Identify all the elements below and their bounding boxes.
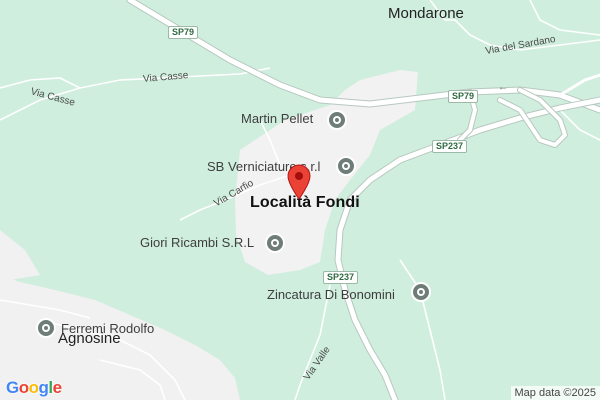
map-canvas[interactable]: SP79 SP79 SP237 SP237 ← Mondarone Locali…: [0, 0, 600, 400]
poi-pin-icon[interactable]: [411, 282, 431, 302]
road-sp237: [334, 96, 600, 400]
sp79-shield-right: SP79: [448, 90, 479, 103]
poi-pin-icon[interactable]: [336, 156, 356, 176]
poi-pin-icon[interactable]: [265, 233, 285, 253]
poi-label-giori-ricambi[interactable]: Giori Ricambi S.R.L: [140, 235, 254, 250]
road-via-casse-2: [0, 77, 81, 89]
sp237-shield-right: SP237: [432, 140, 468, 153]
red-location-pin-icon[interactable]: [286, 164, 312, 200]
sp237-shield-mid: SP237: [323, 271, 359, 284]
poi-label-martin-pellet[interactable]: Martin Pellet: [241, 111, 313, 126]
google-logo: Google: [6, 378, 62, 397]
map-attribution[interactable]: Map data ©2025: [510, 386, 600, 400]
poi-pin-icon[interactable]: [36, 318, 56, 338]
one-way-arrow-icon: ←: [498, 82, 508, 93]
poi-label-ferremi-rodolfo[interactable]: Ferremi Rodolfo: [61, 321, 154, 336]
poi-pin-icon[interactable]: [327, 110, 347, 130]
poi-label-zincatura[interactable]: Zincatura Di Bonomini: [267, 287, 395, 302]
road-via-valle: [294, 284, 331, 400]
sp79-shield-top: SP79: [168, 26, 199, 39]
place-label-mondarone[interactable]: Mondarone: [388, 5, 464, 22]
